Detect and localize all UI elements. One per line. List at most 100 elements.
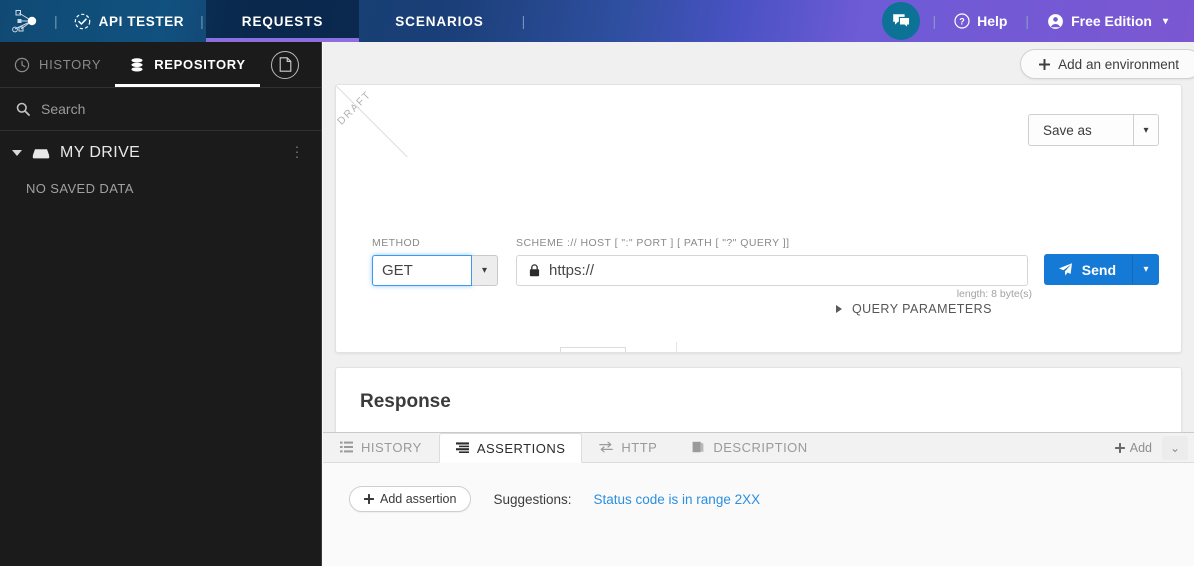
dock-tab-assertions-label: ASSERTIONS <box>476 440 566 456</box>
search-input[interactable]: Search <box>0 88 321 130</box>
save-as-button[interactable]: Save as <box>1028 114 1133 146</box>
url-length-note: length: 8 byte(s) <box>956 288 1032 300</box>
query-parameters-toggle[interactable]: QUERY PARAMETERS <box>336 302 992 316</box>
suggestion-link[interactable]: Status code is in range 2XX <box>594 492 761 507</box>
exchange-arrows-icon <box>599 441 614 453</box>
paper-plane-icon <box>1058 263 1072 276</box>
body-panel: BODY ? XHR does not allow payloads for G… <box>677 330 1181 352</box>
dock-tab-history[interactable]: HISTORY <box>323 432 439 462</box>
clock-history-icon <box>14 57 30 72</box>
headers-body-panels: HEADERS ? Form ▾ Add header <box>336 330 1181 352</box>
topbar-separator-3: | <box>521 13 526 29</box>
save-as-control: Save as ▾ <box>1028 114 1159 146</box>
sidebar-item-my-drive[interactable]: MY DRIVE ⋮ <box>0 131 321 175</box>
account-label: Free Edition <box>1071 13 1152 29</box>
method-label: METHOD <box>372 237 421 249</box>
dock-add-button[interactable]: Add <box>1107 441 1160 455</box>
tab-scenarios[interactable]: SCENARIOS <box>359 0 519 42</box>
dock-add-label: Add <box>1129 441 1152 455</box>
tab-scenarios-label: SCENARIOS <box>395 13 484 29</box>
dock-tab-http[interactable]: HTTP <box>582 432 674 462</box>
save-as-dropdown-toggle[interactable]: ▾ <box>1133 114 1159 146</box>
headers-panel: HEADERS ? Form ▾ Add header <box>336 330 676 352</box>
send-button[interactable]: Send <box>1043 254 1133 285</box>
dock-add-group: Add ⌄ <box>1107 433 1188 463</box>
request-line: METHOD GET ▾ SCHEME :// HOST [ ":" PORT … <box>336 237 1181 286</box>
query-parameters-label: QUERY PARAMETERS <box>852 302 992 316</box>
tab-requests[interactable]: REQUESTS <box>205 0 360 42</box>
assertion-list-icon <box>455 442 469 453</box>
chat-button[interactable] <box>882 2 921 40</box>
sidebar-empty-state: NO SAVED DATA <box>26 181 134 196</box>
plus-icon <box>1114 443 1125 453</box>
suggestions-label: Suggestions: <box>493 491 572 507</box>
chat-bubbles-icon <box>893 13 911 29</box>
topbar-separator-4: | <box>932 13 937 29</box>
assertions-panel: Add assertion Suggestions: Status code i… <box>323 463 1194 512</box>
dock-tab-bar: HISTORY ASSERTIONS HTTP DESCRIPTION Add … <box>323 433 1194 463</box>
dock-tab-description-label: DESCRIPTION <box>713 439 808 455</box>
add-environment-label: Add an environment <box>1058 56 1179 72</box>
svg-text:?: ? <box>959 17 965 27</box>
top-navigation-bar: | API TESTER | REQUESTS SCENARIOS | | ? … <box>0 0 1194 42</box>
chevron-down-icon: ▾ <box>1162 15 1168 27</box>
body-panel-header: BODY ? <box>693 346 1181 352</box>
sidebar-tab-repository-label: REPOSITORY <box>154 57 246 72</box>
url-label: SCHEME :// HOST [ ":" PORT ] [ PATH [ "?… <box>516 237 790 249</box>
environment-bar: Add an environment <box>323 42 1194 84</box>
topbar-right-group: | ? Help | Free Edition ▾ <box>882 2 1194 40</box>
check-circle-icon <box>74 13 90 29</box>
add-assertion-button[interactable]: Add assertion <box>349 486 472 512</box>
app-logo[interactable] <box>0 0 52 42</box>
account-menu[interactable]: Free Edition ▾ <box>1035 13 1180 30</box>
add-assertion-label: Add assertion <box>380 492 457 506</box>
plus-icon <box>364 494 374 504</box>
list-icon <box>340 441 353 453</box>
dock-tab-assertions[interactable]: ASSERTIONS <box>438 433 583 463</box>
save-as-label: Save as <box>1043 122 1092 138</box>
vertical-dots-icon[interactable]: ⋮ <box>290 145 306 162</box>
sidebar-tab-history[interactable]: HISTORY <box>0 42 115 87</box>
hard-drive-icon <box>32 149 50 159</box>
send-control-group: Send ▾ <box>1043 237 1159 285</box>
network-nodes-logo <box>12 10 37 33</box>
tab-requests-label: REQUESTS <box>241 13 324 29</box>
lock-icon <box>529 264 540 277</box>
topbar-separator-2: | <box>200 13 204 29</box>
user-circle-icon <box>1048 13 1063 29</box>
help-button[interactable]: ? Help <box>942 13 1019 29</box>
dock-tab-description[interactable]: DESCRIPTION <box>674 432 824 462</box>
triangle-right-icon <box>836 305 842 313</box>
send-control: Send ▾ <box>1043 254 1159 285</box>
method-field-group: METHOD GET ▾ <box>372 237 500 286</box>
new-document-button[interactable] <box>271 50 299 79</box>
dock-add-dropdown-toggle[interactable]: ⌄ <box>1162 436 1188 460</box>
sidebar-tab-repository[interactable]: REPOSITORY <box>115 42 260 87</box>
method-dropdown-toggle[interactable]: ▾ <box>472 255 498 286</box>
bottom-dock: HISTORY ASSERTIONS HTTP DESCRIPTION Add … <box>323 432 1194 566</box>
search-icon <box>16 102 30 116</box>
triangle-down-icon[interactable] <box>12 150 22 156</box>
dock-tab-http-label: HTTP <box>621 439 658 455</box>
send-label: Send <box>1081 261 1116 278</box>
headers-view-mode-select[interactable]: Form ▾ <box>560 346 626 352</box>
request-card: DRAFT Save as ▾ METHOD GET ▾ SCHEME:// … <box>335 84 1182 353</box>
url-field-group: SCHEME :// HOST [ ":" PORT ] [ PATH [ "?… <box>516 237 1028 286</box>
plus-icon <box>1039 58 1051 70</box>
url-input[interactable]: https:// <box>516 255 1028 286</box>
method-input[interactable]: GET <box>372 255 472 286</box>
chevron-down-icon: ⌄ <box>1169 441 1181 455</box>
sidebar-tab-history-label: HISTORY <box>39 57 102 72</box>
add-environment-button[interactable]: Add an environment <box>1020 49 1194 79</box>
chevron-down-icon: ▾ <box>1143 264 1149 275</box>
response-title: Response <box>360 391 451 412</box>
topbar-separator-1: | <box>54 13 58 29</box>
database-stack-icon <box>131 57 143 71</box>
chevron-down-icon: ▾ <box>1143 124 1149 136</box>
product-name-label: API TESTER <box>98 13 185 29</box>
help-label: Help <box>977 13 1008 29</box>
send-dropdown-toggle[interactable]: ▾ <box>1133 254 1159 285</box>
book-icon <box>692 441 704 453</box>
sidebar-item-my-drive-label: MY DRIVE <box>60 144 141 161</box>
product-name[interactable]: API TESTER <box>60 0 199 42</box>
